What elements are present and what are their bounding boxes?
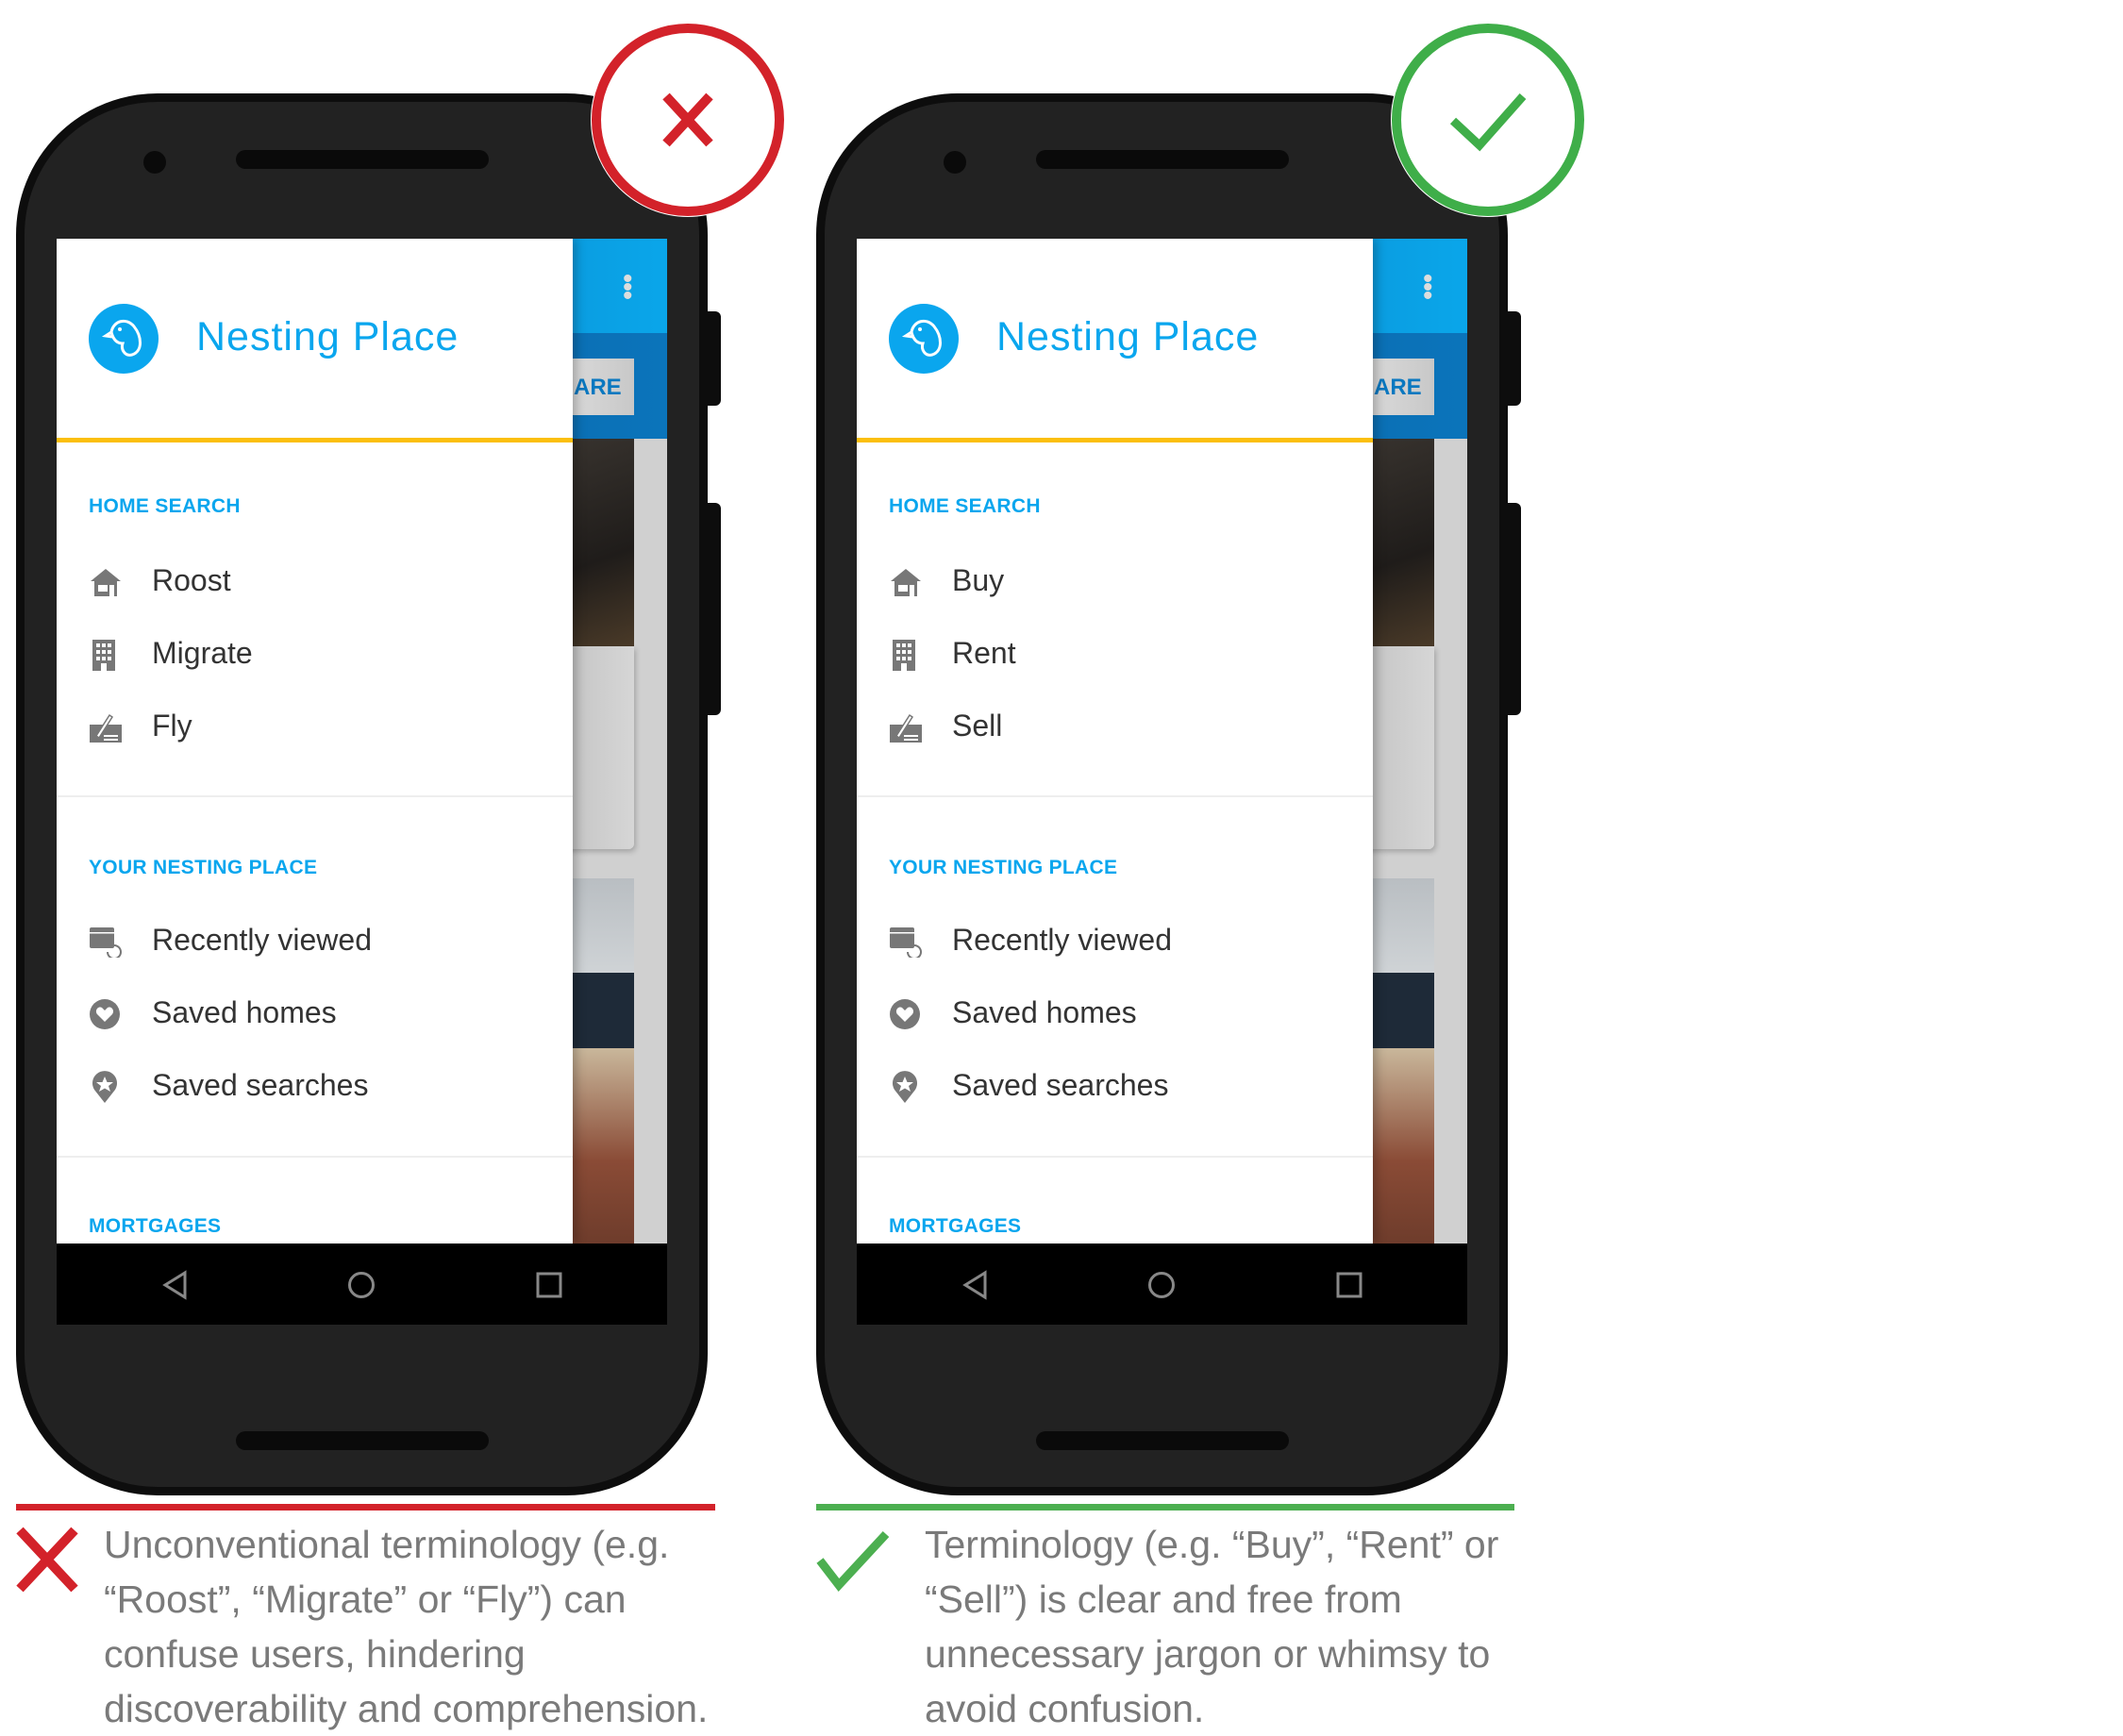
drawer-item[interactable]: Buy (889, 553, 1361, 609)
bad-caption: Unconventional terminology (e.g. “Roost”… (104, 1523, 709, 1730)
star-pin-icon (893, 1071, 917, 1103)
recents-icon[interactable] (535, 1270, 563, 1300)
sign-icon (890, 713, 922, 743)
sign-icon (90, 713, 122, 743)
screen: ••• ARE A. ON Nesting Place HOME SEARCH (857, 239, 1467, 1325)
phone-mockup: ••• ARE A. ON Nesting Place HOME SEARCH (16, 93, 721, 1495)
drawer-item-label: Recently viewed (152, 923, 372, 957)
overflow-menu-icon[interactable]: • • • (623, 265, 633, 310)
bottom-speaker (236, 1431, 489, 1450)
home-icon[interactable] (1146, 1270, 1177, 1300)
drawer-item-label: Rent (952, 636, 1016, 670)
drawer-item-label: Recently viewed (952, 923, 1172, 957)
drawer-header: Nesting Place (57, 239, 573, 442)
heart-icon (90, 999, 120, 1029)
history-icon (90, 927, 122, 958)
app-title: Nesting Place (196, 314, 460, 359)
drawer-item-label: Buy (952, 563, 1005, 597)
good-rule (816, 1504, 1514, 1511)
section-mortgages: MORTGAGES (89, 1215, 222, 1237)
volume-button (1508, 503, 1521, 715)
house-icon (891, 569, 921, 596)
drawer-item[interactable]: Saved homes (89, 985, 560, 1042)
history-icon (890, 927, 922, 958)
drawer-header: Nesting Place (857, 239, 1373, 442)
section-mortgages: MORTGAGES (889, 1215, 1022, 1237)
drawer-item[interactable]: Rent (889, 626, 1361, 682)
good-caption: Terminology (e.g. “Buy”, “Rent” or “Sell… (925, 1523, 1499, 1730)
android-nav-bar (857, 1244, 1467, 1325)
check-icon (1391, 23, 1585, 217)
drawer-item-label: Saved searches (152, 1068, 369, 1102)
bottom-speaker (1036, 1431, 1289, 1450)
drawer-item-label: Saved homes (952, 995, 1137, 1029)
heart-icon (890, 999, 920, 1029)
drawer-item-label: Sell (952, 709, 1003, 743)
drawer-item[interactable]: Saved searches (89, 1058, 560, 1114)
building-icon (92, 640, 115, 671)
top-speaker (236, 150, 489, 169)
drawer-item-label: Saved homes (152, 995, 337, 1029)
bird-logo-icon (889, 304, 959, 374)
bird-logo-icon (89, 304, 159, 374)
drawer-item[interactable]: Sell (889, 698, 1361, 755)
section-home-search: HOME SEARCH (89, 495, 241, 517)
home-icon[interactable] (346, 1270, 376, 1300)
android-nav-bar (57, 1244, 667, 1325)
divider (857, 1156, 1373, 1158)
power-button (1508, 311, 1521, 406)
back-icon[interactable] (961, 1270, 988, 1300)
x-icon (591, 23, 785, 217)
drawer-item[interactable]: Saved homes (889, 985, 1361, 1042)
phone-mockup: ••• ARE A. ON Nesting Place HOME SEARCH (816, 93, 1521, 1495)
screen: ••• ARE A. ON Nesting Place HOME SEARCH (57, 239, 667, 1325)
house-icon (91, 569, 121, 596)
drawer-item[interactable]: Roost (89, 553, 560, 609)
drawer-item[interactable]: Fly (89, 698, 560, 755)
drawer-item-label: Fly (152, 709, 192, 743)
building-icon (893, 640, 915, 671)
navigation-drawer: Nesting Place HOME SEARCH Buy Rent Sell … (857, 239, 1373, 1244)
drawer-item-label: Saved searches (952, 1068, 1169, 1102)
bad-rule (16, 1504, 715, 1511)
check-icon (816, 1530, 890, 1592)
drawer-item[interactable]: Saved searches (889, 1058, 1361, 1114)
section-home-search: HOME SEARCH (889, 495, 1041, 517)
back-icon[interactable] (161, 1270, 188, 1300)
x-icon (16, 1527, 78, 1593)
divider (57, 795, 573, 797)
divider (857, 795, 1373, 797)
section-your-nesting-place: YOUR NESTING PLACE (889, 857, 1118, 878)
drawer-item-label: Migrate (152, 636, 253, 670)
drawer-item[interactable]: Recently viewed (889, 912, 1361, 969)
drawer-item[interactable]: Recently viewed (89, 912, 560, 969)
recents-icon[interactable] (1335, 1270, 1363, 1300)
drawer-item[interactable]: Migrate (89, 626, 560, 682)
power-button (708, 311, 721, 406)
overflow-menu-icon[interactable]: • • • (1423, 265, 1433, 310)
app-title: Nesting Place (996, 314, 1260, 359)
navigation-drawer: Nesting Place HOME SEARCH Roost Migrate … (57, 239, 573, 1244)
drawer-item-label: Roost (152, 563, 231, 597)
volume-button (708, 503, 721, 715)
star-pin-icon (92, 1071, 117, 1103)
divider (57, 1156, 573, 1158)
camera (143, 151, 166, 174)
section-your-nesting-place: YOUR NESTING PLACE (89, 857, 318, 878)
top-speaker (1036, 150, 1289, 169)
camera (944, 151, 966, 174)
